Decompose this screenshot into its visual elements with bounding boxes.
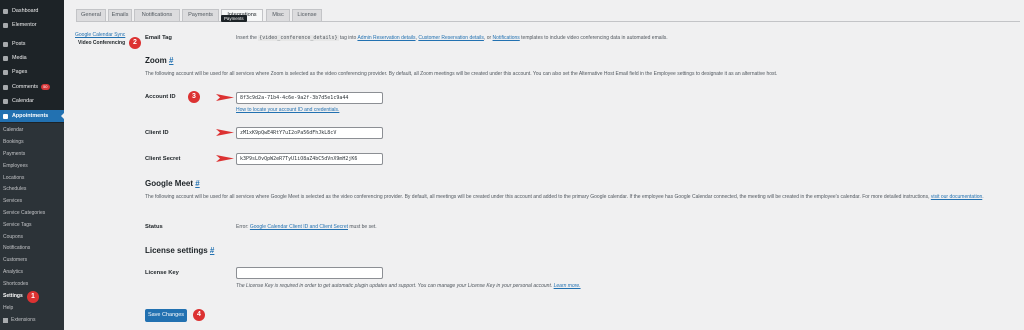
license-key-label: License Key bbox=[145, 270, 179, 276]
submenu-shortcodes[interactable]: Shortcodes bbox=[3, 281, 28, 288]
google-meet-heading: Google Meet # bbox=[145, 179, 200, 188]
email-tag-code: {video_conference_details} bbox=[258, 35, 339, 41]
submenu-locations[interactable]: Locations bbox=[3, 175, 24, 182]
page-icon bbox=[3, 69, 8, 75]
google-meet-status: Error: Google Calendar Client ID and Cli… bbox=[236, 224, 377, 230]
submenu-coupons[interactable]: Coupons bbox=[3, 234, 23, 241]
admin-reservation-link[interactable]: Admin Reservation details bbox=[357, 35, 415, 41]
submenu-service-tags[interactable]: Service Tags bbox=[3, 222, 32, 229]
save-changes-button[interactable]: Save Changes bbox=[145, 309, 187, 322]
google-meet-docs-link[interactable]: visit our documentation bbox=[931, 194, 982, 200]
calendar-icon bbox=[3, 98, 8, 104]
submenu-payments[interactable]: Payments bbox=[3, 151, 25, 158]
client-id-input[interactable]: zM1xK9pQwE4RtY7uI2oPa56dFhJkL8cV bbox=[236, 127, 383, 139]
media-icon bbox=[3, 55, 8, 61]
client-secret-label: Client Secret bbox=[145, 156, 181, 162]
pin-icon bbox=[3, 41, 8, 47]
submenu-service-categories[interactable]: Service Categories bbox=[3, 210, 45, 217]
menu-media[interactable]: Media bbox=[0, 52, 64, 64]
arrow-to-client-secret bbox=[216, 155, 234, 162]
submenu-services[interactable]: Services bbox=[3, 198, 22, 205]
client-secret-input[interactable]: k3P9sL0vQpW2eR7TyU1iO8aZ4bC5dVnX9mH2jK6 bbox=[236, 153, 383, 165]
menu-comments[interactable]: Comments 50 bbox=[0, 81, 64, 93]
comment-icon bbox=[3, 84, 8, 90]
step-marker-4: 4 bbox=[193, 309, 205, 321]
license-key-input[interactable] bbox=[236, 267, 383, 279]
license-note: The License Key is required in order to … bbox=[236, 283, 581, 289]
comment-count-badge: 50 bbox=[41, 84, 50, 90]
arrow-to-account-id bbox=[216, 94, 234, 101]
zoom-help-link[interactable]: # bbox=[169, 56, 173, 65]
email-tag-label: Email Tag bbox=[145, 35, 172, 41]
elementor-icon bbox=[3, 22, 8, 28]
tab-tooltip: Payments bbox=[221, 15, 247, 22]
submenu-employees[interactable]: Employees bbox=[3, 163, 28, 170]
menu-elementor[interactable]: Elementor bbox=[0, 19, 64, 31]
admin-sidebar: Dashboard Elementor Posts Media Pages Co… bbox=[0, 0, 64, 330]
google-meet-help-link[interactable]: # bbox=[195, 179, 199, 188]
menu-posts[interactable]: Posts bbox=[0, 38, 64, 50]
submenu-extensions[interactable]: Extensions bbox=[11, 317, 35, 324]
status-label: Status bbox=[145, 224, 163, 230]
account-id-label: Account ID bbox=[145, 94, 176, 100]
notifications-link[interactable]: Notifications bbox=[493, 35, 520, 41]
submenu-notifications[interactable]: Notifications bbox=[3, 245, 30, 252]
submenu-bookings[interactable]: Bookings bbox=[3, 139, 24, 146]
submenu-help[interactable]: Help bbox=[3, 305, 13, 312]
zoom-description: The following account will be used for a… bbox=[145, 71, 778, 77]
learn-more-link[interactable]: Learn more. bbox=[554, 283, 581, 289]
arrow-to-client-id bbox=[216, 129, 234, 136]
menu-dashboard[interactable]: Dashboard bbox=[0, 5, 64, 17]
client-id-label: Client ID bbox=[145, 130, 169, 136]
submenu-calendar[interactable]: Calendar bbox=[3, 127, 23, 134]
appointments-icon bbox=[3, 113, 8, 119]
menu-pages[interactable]: Pages bbox=[0, 66, 64, 78]
extensions-icon bbox=[3, 318, 8, 323]
current-menu-arrow bbox=[61, 113, 64, 119]
dashboard-icon bbox=[3, 8, 8, 14]
step-marker-3: 3 bbox=[188, 91, 200, 103]
zoom-heading: Zoom # bbox=[145, 56, 174, 65]
google-meet-description: The following account will be used for a… bbox=[145, 194, 984, 200]
step-marker-2: 2 bbox=[129, 37, 141, 49]
license-help-link[interactable]: # bbox=[210, 246, 214, 255]
account-id-input[interactable]: 8f3c9d2a-71b4-4c6e-9a2f-3b7d5e1c9a44 bbox=[236, 92, 383, 104]
submenu-analytics[interactable]: Analytics bbox=[3, 269, 23, 276]
google-calendar-credentials-link[interactable]: Google Calendar Client ID and Client Sec… bbox=[250, 224, 348, 230]
menu-calendar[interactable]: Calendar bbox=[0, 95, 64, 107]
locate-account-id-link[interactable]: How to locate your account ID and creden… bbox=[236, 107, 339, 113]
tabs-divider bbox=[76, 21, 1020, 22]
step-marker-1: 1 bbox=[27, 291, 39, 303]
submenu-customers[interactable]: Customers bbox=[3, 257, 27, 264]
menu-appointments[interactable]: Appointments bbox=[0, 110, 64, 122]
submenu-schedules[interactable]: Schedules bbox=[3, 186, 26, 193]
subnav-google-calendar-sync[interactable]: Google Calendar Sync bbox=[75, 32, 125, 38]
subnav-video-conferencing[interactable]: Video Conferencing bbox=[78, 40, 125, 46]
email-tag-description: Insert the {video_conference_details} ta… bbox=[236, 35, 668, 41]
customer-reservation-link[interactable]: Customer Reservation details bbox=[418, 35, 484, 41]
license-heading: License settings # bbox=[145, 246, 215, 255]
submenu-settings[interactable]: Settings bbox=[3, 293, 23, 300]
